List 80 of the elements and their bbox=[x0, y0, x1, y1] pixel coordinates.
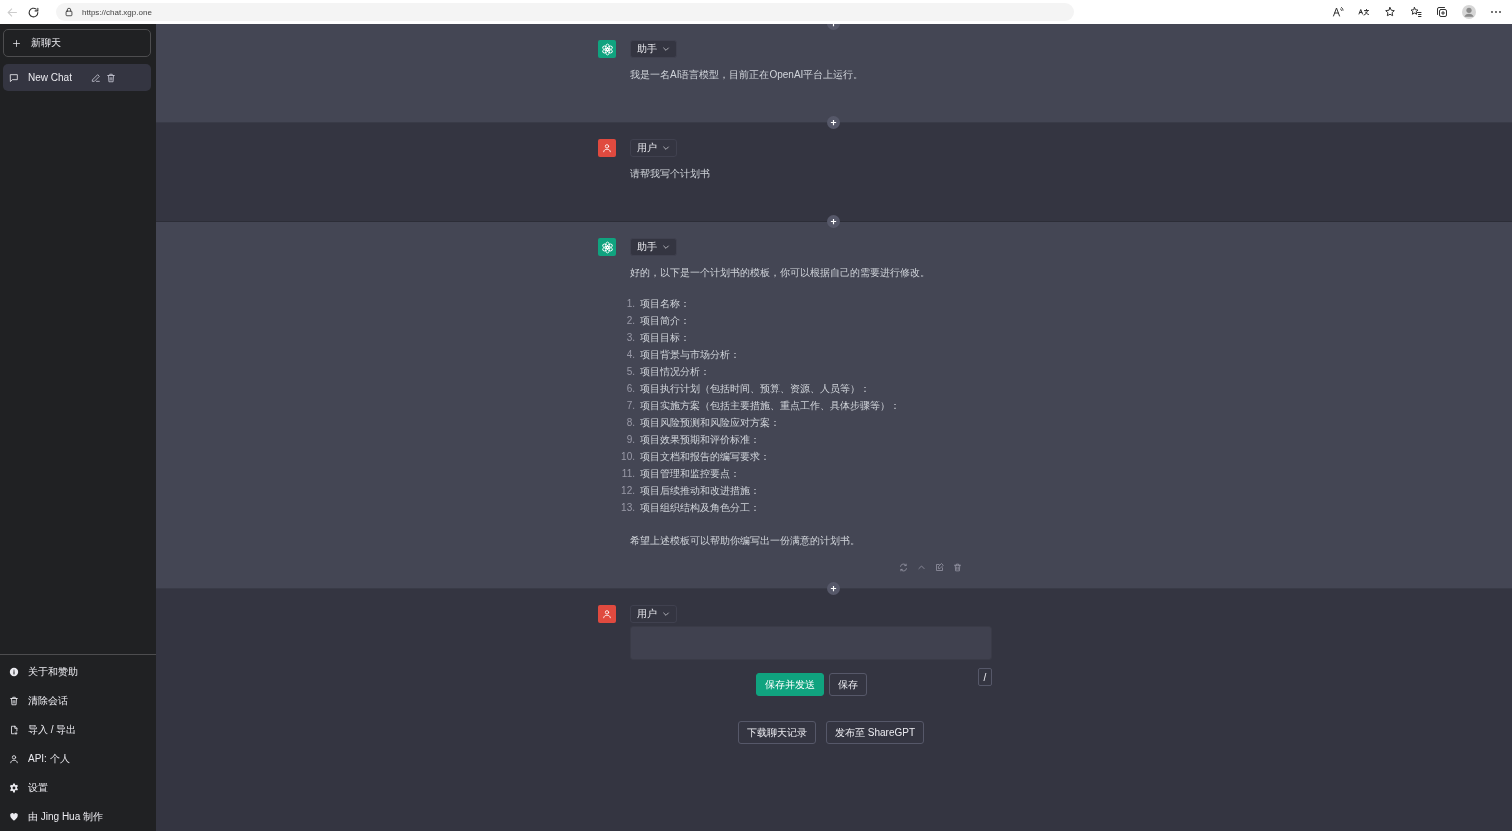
message-text: 请帮我写个计划书 bbox=[630, 167, 710, 181]
collections-icon[interactable] bbox=[1436, 6, 1448, 18]
heart-icon bbox=[9, 811, 19, 822]
edit-icon[interactable] bbox=[935, 563, 944, 572]
list-number: 6. bbox=[625, 382, 635, 396]
favorites-icon[interactable] bbox=[1410, 6, 1422, 18]
list-number: 2. bbox=[625, 314, 635, 328]
role-dropdown[interactable]: 用户 bbox=[630, 139, 677, 157]
chevron-down-icon bbox=[662, 610, 670, 618]
list-item-text: 项目简介： bbox=[640, 314, 690, 328]
list-number: 1. bbox=[625, 297, 635, 311]
conversation-title: New Chat bbox=[28, 72, 73, 83]
reload-icon[interactable] bbox=[27, 5, 40, 19]
plus-icon bbox=[12, 38, 21, 48]
list-item-text: 项目名称： bbox=[640, 297, 690, 311]
list-item-text: 项目管理和监控要点： bbox=[640, 467, 740, 481]
plus-icon bbox=[830, 585, 837, 592]
list-number: 10. bbox=[620, 450, 635, 464]
role-dropdown[interactable]: 助手 bbox=[630, 40, 677, 58]
list-number: 11. bbox=[620, 467, 635, 481]
assistant-avatar bbox=[598, 40, 616, 58]
user-icon bbox=[9, 753, 19, 764]
list-item-text: 项目文档和报告的编写要求： bbox=[640, 450, 770, 464]
chat-bubble-icon bbox=[9, 72, 19, 83]
gear-icon bbox=[9, 782, 19, 793]
chevron-down-icon bbox=[662, 243, 670, 251]
menu-item[interactable]: 关于和赞助 bbox=[0, 657, 156, 686]
refresh-icon[interactable] bbox=[899, 563, 908, 572]
trash-icon bbox=[9, 695, 19, 706]
read-aloud-icon[interactable] bbox=[1332, 6, 1344, 18]
star-add-icon[interactable] bbox=[1384, 6, 1396, 18]
list-number: 12. bbox=[620, 484, 635, 498]
file-icon bbox=[9, 724, 19, 735]
message-text: 希望上述模板可以帮助你编写出一份满意的计划书。 bbox=[630, 534, 860, 548]
message-text: 我是一名AI语言模型，目前正在OpenAI平台上运行。 bbox=[630, 68, 864, 82]
save-button[interactable]: 保存 bbox=[828, 673, 867, 696]
role-dropdown[interactable]: 用户 bbox=[630, 605, 677, 623]
role-dropdown[interactable]: 助手 bbox=[630, 238, 677, 256]
list-number: 3. bbox=[625, 331, 635, 345]
list-number: 7. bbox=[625, 399, 635, 413]
edit-icon[interactable] bbox=[91, 72, 101, 83]
list-item-text: 项目背景与市场分析： bbox=[640, 348, 740, 362]
list-item-text: 项目效果预期和评价标准： bbox=[640, 433, 760, 447]
conversation-item[interactable]: New Chat bbox=[3, 64, 151, 91]
chevron-down-icon bbox=[662, 45, 670, 53]
list-item-text: 项目情况分析： bbox=[640, 365, 710, 379]
menu-item[interactable]: 清除会话 bbox=[0, 686, 156, 715]
message-text: 好的，以下是一个计划书的模板，你可以根据自己的需要进行修改。 bbox=[630, 266, 930, 280]
trash-icon[interactable] bbox=[106, 72, 116, 83]
list-number: 8. bbox=[625, 416, 635, 430]
translate-icon[interactable] bbox=[1358, 6, 1370, 18]
lock-icon bbox=[64, 7, 74, 17]
info-icon bbox=[9, 666, 19, 677]
list-number: 9. bbox=[625, 433, 635, 447]
menu-item[interactable]: 设置 bbox=[0, 773, 156, 802]
list-item-text: 项目目标： bbox=[640, 331, 690, 345]
share-button[interactable]: 发布至 ShareGPT bbox=[826, 721, 924, 744]
list-number: 4. bbox=[625, 348, 635, 362]
user-avatar bbox=[598, 139, 616, 157]
user-avatar bbox=[598, 605, 616, 623]
list-item-text: 项目执行计划（包括时间、预算、资源、人员等）： bbox=[640, 382, 870, 396]
list-item-text: 项目实施方案（包括主要措施、重点工作、具体步骤等）： bbox=[640, 399, 900, 413]
list-item-text: 项目组织结构及角色分工： bbox=[640, 501, 760, 515]
download-button[interactable]: 下载聊天记录 bbox=[738, 721, 816, 744]
plus-icon bbox=[830, 218, 837, 225]
list-number: 5. bbox=[625, 365, 635, 379]
menu-item[interactable]: API: 个人 bbox=[0, 744, 156, 773]
new-chat-button[interactable]: 新聊天 bbox=[3, 29, 151, 57]
list-item-text: 项目风险预测和风险应对方案： bbox=[640, 416, 780, 430]
profile-avatar[interactable] bbox=[1462, 5, 1476, 19]
list-number: 13. bbox=[620, 501, 635, 515]
trash-icon[interactable] bbox=[953, 563, 962, 572]
assistant-avatar bbox=[598, 238, 616, 256]
menu-item[interactable]: 导入 / 导出 bbox=[0, 715, 156, 744]
list-item-text: 项目后续推动和改进措施： bbox=[640, 484, 760, 498]
menu-item[interactable]: 由 Jing Hua 制作 bbox=[0, 802, 156, 831]
shortcut-button[interactable]: / bbox=[978, 668, 992, 686]
plus-icon bbox=[830, 119, 837, 126]
address-bar[interactable]: https://chat.xgp.one bbox=[82, 7, 152, 17]
chevron-down-icon bbox=[662, 144, 670, 152]
